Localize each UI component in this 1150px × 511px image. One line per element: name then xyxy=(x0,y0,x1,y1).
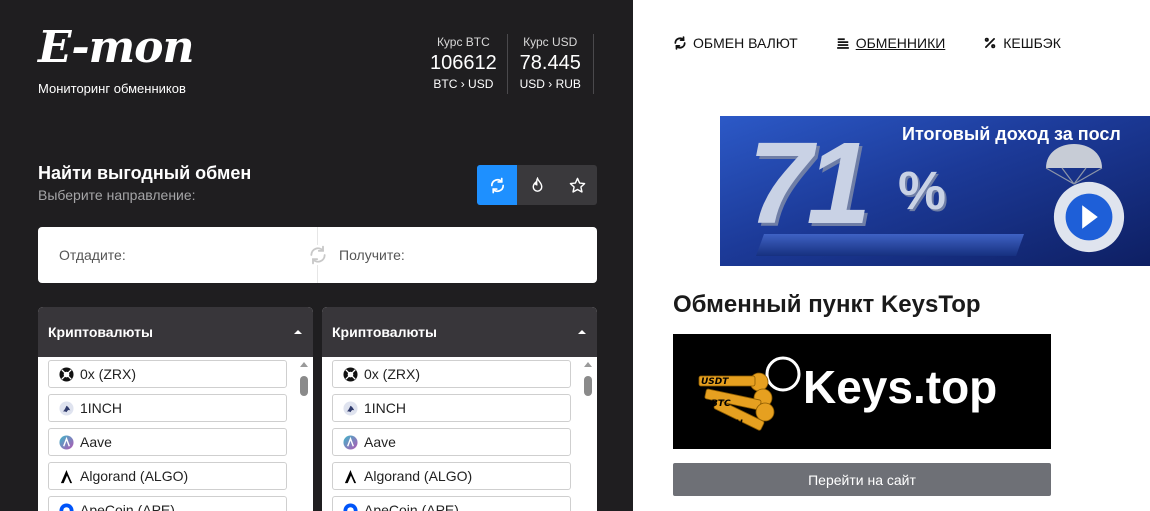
list-item[interactable]: Aave xyxy=(332,428,571,456)
list-header-label: Криптовалюты xyxy=(48,324,153,340)
list-item[interactable]: 1INCH xyxy=(48,394,287,422)
coin-name: 1INCH xyxy=(364,400,407,416)
list-item[interactable]: Algorand (ALGO) xyxy=(332,462,571,490)
exchanger-logo-text: Keys.top xyxy=(803,361,998,413)
exchanger-logo[interactable]: USDT BTC ETH Keys.top xyxy=(673,334,1051,449)
list-item[interactable]: ApeCoin (APE) xyxy=(48,496,287,511)
fire-icon xyxy=(532,176,542,192)
get-list-body: 0x (ZRX) 1INCH Aave Algorand (ALGO) ApeC… xyxy=(322,357,597,511)
mode-all-button[interactable] xyxy=(477,165,517,205)
list-scrollbar[interactable] xyxy=(299,360,309,510)
swap-icon xyxy=(310,245,326,265)
algo-icon xyxy=(343,469,358,484)
aave-icon xyxy=(59,434,74,450)
nav-cashback[interactable]: КЕШБЭК xyxy=(983,34,1061,52)
scroll-thumb[interactable] xyxy=(300,376,308,396)
give-currency-list: Криптовалюты 0x (ZRX) 1INCH Aave Algoran… xyxy=(38,307,313,511)
rate-usd: Курс USD 78.445 USD › RUB xyxy=(508,34,594,94)
coin-name: 1INCH xyxy=(80,400,123,416)
refresh-icon xyxy=(674,36,686,50)
nav-exchangers[interactable]: ОБМЕННИКИ xyxy=(836,34,946,52)
list-scrollbar[interactable] xyxy=(583,360,593,510)
coin-name: 0x (ZRX) xyxy=(364,366,420,382)
coin-name: Algorand (ALGO) xyxy=(364,468,473,484)
exchanger-title: Обменный пункт KeysTop xyxy=(673,291,981,318)
mode-popular-button[interactable] xyxy=(517,165,557,205)
rate-label: Курс USD xyxy=(523,35,578,49)
key-label-eth: ETH xyxy=(723,419,743,429)
coin-name: Algorand (ALGO) xyxy=(80,468,189,484)
zrx-icon xyxy=(59,366,74,382)
swap-direction-button[interactable] xyxy=(308,245,328,265)
promo-banner[interactable]: 71 % Итоговый доход за посл xyxy=(720,116,1150,266)
get-field[interactable]: Получите: xyxy=(339,247,405,263)
mode-switcher xyxy=(477,165,597,205)
mode-favorites-button[interactable] xyxy=(557,165,597,205)
rate-pair: BTC › USD xyxy=(433,77,494,91)
algo-icon xyxy=(59,469,74,484)
finder-title: Найти выгодный обмен xyxy=(38,163,252,183)
list-item[interactable]: Algorand (ALGO) xyxy=(48,462,287,490)
coin-name: Aave xyxy=(80,434,112,450)
coin-name: Aave xyxy=(364,434,396,450)
get-currency-list: Криптовалюты 0x (ZRX) 1INCH Aave Algoran… xyxy=(322,307,597,511)
list-item[interactable]: Aave xyxy=(48,428,287,456)
chevron-up-icon xyxy=(578,330,586,334)
coin-name: ApeCoin (APE) xyxy=(364,502,459,511)
list-item[interactable]: 1INCH xyxy=(332,394,571,422)
scroll-up-arrow[interactable] xyxy=(300,362,308,367)
direction-box: Отдадите: Получите: xyxy=(38,227,597,283)
1inch-icon xyxy=(59,400,74,416)
give-field[interactable]: Отдадите: xyxy=(59,247,126,263)
1inch-icon xyxy=(343,400,358,416)
zrx-icon xyxy=(343,366,358,382)
give-list-body: 0x (ZRX) 1INCH Aave Algorand (ALGO) ApeC… xyxy=(38,357,313,511)
list-item[interactable]: 0x (ZRX) xyxy=(332,360,571,388)
scroll-up-arrow[interactable] xyxy=(584,362,592,367)
keys-logo-icon: USDT BTC ETH xyxy=(698,356,801,431)
scroll-thumb[interactable] xyxy=(584,376,592,396)
key-label-btc: BTC xyxy=(711,399,731,409)
coin-name: 0x (ZRX) xyxy=(80,366,136,382)
give-list-header[interactable]: Криптовалюты xyxy=(38,307,313,357)
banner-percent: % xyxy=(898,161,947,221)
get-list-header[interactable]: Криптовалюты xyxy=(322,307,597,357)
rate-label: Курс BTC xyxy=(436,35,490,49)
rate-value: 106612 xyxy=(430,52,497,74)
site-tagline: Мониторинг обменников xyxy=(38,81,186,96)
rates-widget: Курс BTC 106612 BTC › USD Курс USD 78.44… xyxy=(420,34,594,94)
site-logo[interactable]: E-mon xyxy=(38,24,195,72)
nav-label: ОБМЕННИКИ xyxy=(855,35,946,51)
left-panel: E-mon Мониторинг обменников Курс BTC 106… xyxy=(0,0,633,511)
list-header-label: Криптовалюты xyxy=(332,324,437,340)
percent-icon xyxy=(985,37,996,49)
nav-label: ОБМЕН ВАЛЮТ xyxy=(693,35,798,51)
list-item[interactable]: ApeCoin (APE) xyxy=(332,496,571,511)
nav-exchange[interactable]: ОБМЕН ВАЛЮТ xyxy=(673,34,798,52)
finder-subtitle: Выберите направление: xyxy=(38,187,196,203)
aave-icon xyxy=(343,434,358,450)
ape-icon xyxy=(343,502,358,511)
coin-name: ApeCoin (APE) xyxy=(80,502,175,511)
chevron-up-icon xyxy=(294,330,302,334)
key-label-usdt: USDT xyxy=(701,377,729,387)
rate-value: 78.445 xyxy=(519,52,581,74)
banner-number: 71 xyxy=(748,118,871,248)
ape-icon xyxy=(59,502,74,511)
rate-btc: Курс BTC 106612 BTC › USD xyxy=(420,34,508,94)
logo-ball-icon xyxy=(1053,181,1125,253)
nav-label: КЕШБЭК xyxy=(1003,35,1061,51)
visit-site-button[interactable]: Перейти на сайт xyxy=(673,463,1051,496)
star-icon xyxy=(569,177,585,193)
page: E-mon Мониторинг обменников Курс BTC 106… xyxy=(0,0,1150,511)
exchange-building-icon xyxy=(836,38,849,49)
list-item[interactable]: 0x (ZRX) xyxy=(48,360,287,388)
main-nav: ОБМЕН ВАЛЮТ ОБМЕННИКИ КЕШБЭК xyxy=(673,34,1099,52)
rate-pair: USD › RUB xyxy=(519,77,581,91)
refresh-icon xyxy=(490,177,504,193)
